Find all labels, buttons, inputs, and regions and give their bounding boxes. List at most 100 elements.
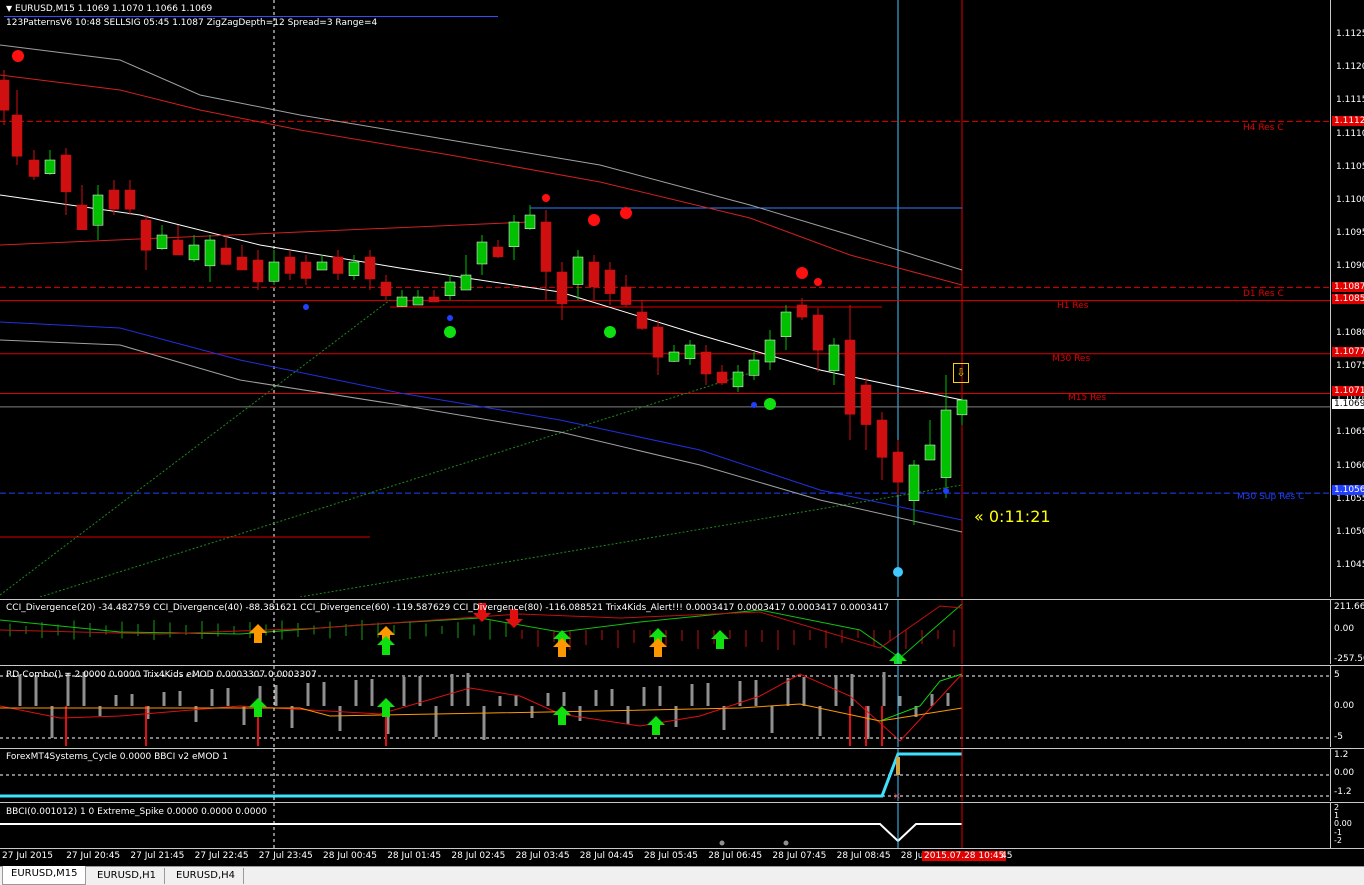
candle-body <box>364 256 376 280</box>
time-tick-label: 28 Jul 05:45 <box>644 851 698 861</box>
candle-body <box>524 214 536 229</box>
candle-body <box>780 311 792 337</box>
signal-dot <box>444 326 456 338</box>
rd-line <box>879 673 963 722</box>
candle-body <box>0 79 10 111</box>
candle-body <box>892 451 904 483</box>
time-cursor-label: 2015.07.28 10:45 <box>922 851 1007 861</box>
cci-tick-top: 211.664 <box>1334 602 1364 612</box>
signal-dot <box>751 402 757 408</box>
candle-body <box>812 314 824 351</box>
price-tag-m30: 1.1077 <box>1332 347 1364 357</box>
candle-body <box>156 234 168 249</box>
cycle-header: ForexMT4Systems_Cycle 0.0000 BBCI v2 eMO… <box>6 752 228 762</box>
candle-body <box>572 256 584 285</box>
signal-dot <box>303 304 309 310</box>
price-tag-d1: 1.1087 <box>1332 282 1364 292</box>
cycle-cross-icon: × <box>893 791 901 801</box>
price-axis[interactable]: 1.1125 1.1120 1.1115 1.1110 1.1105 1.1100 1.10… <box>1330 0 1364 597</box>
cycle-tick-bottom: -1.2 <box>1334 787 1352 797</box>
price-tick-label: 1.1120 <box>1336 62 1364 73</box>
time-axis[interactable]: 27 Jul 2015 27 Jul 20:45 27 Jul 21:45 27 Ju… <box>0 848 1364 867</box>
candle-body <box>764 339 776 363</box>
price-tick-label: 1.1090 <box>1336 261 1364 272</box>
cycle-tick-zero: 0.00 <box>1334 768 1355 778</box>
chart-window[interactable]: ▼ EURUSD,M15 1.1069 1.1070 1.1066 1.1069… <box>0 0 1364 885</box>
rd-combo-header: RD-Combo() = 2.0000 0.0000 Trix4Kids eMO… <box>6 670 317 680</box>
candle-body <box>60 154 72 193</box>
buy-arrow-icon <box>377 636 395 655</box>
candle-body <box>924 444 936 461</box>
price-chart[interactable] <box>0 0 1330 597</box>
spike-dot <box>783 840 789 846</box>
price-tick-label: 1.1080 <box>1336 327 1364 338</box>
candle-body <box>700 351 712 375</box>
candle-body <box>172 239 184 256</box>
candle-body <box>716 371 728 384</box>
signal-dot <box>12 50 24 62</box>
candle-body <box>268 261 280 282</box>
bbci-axis: 2 1 0.00 -1 -2 <box>1330 802 1364 849</box>
price-tag-current: 1.1069 <box>1332 399 1364 409</box>
signal-dot <box>620 207 632 219</box>
cci-header: CCI_Divergence(20) -34.482759 CCI_Diverg… <box>6 603 889 613</box>
candle-body <box>284 256 296 274</box>
time-tick-label: 27 Jul 2015 <box>2 851 53 861</box>
main-price-pane[interactable]: ▼ EURUSD,M15 1.1069 1.1070 1.1066 1.1069… <box>0 0 1330 597</box>
price-tick-label: 1.1110 <box>1336 128 1364 139</box>
price-tag-h1: 1.1085 <box>1332 294 1364 304</box>
sell-signal-marker: ⇩ <box>953 363 969 383</box>
time-tick-label: 28 Jul 01:45 <box>387 851 442 861</box>
signal-dot <box>814 278 822 286</box>
tab-eurusd-h1[interactable]: EURUSD,H1 <box>89 868 166 884</box>
candle-body <box>940 409 952 478</box>
tab-eurusd-m15[interactable]: EURUSD,M15 <box>2 866 87 885</box>
title-underline <box>4 16 498 17</box>
tab-eurusd-h4[interactable]: EURUSD,H4 <box>168 868 245 884</box>
time-suffix: 45 <box>1001 851 1013 861</box>
bbci-pane[interactable]: BBCI(0.001012) 1 0 Extreme_Spike 0.0000 … <box>0 802 1330 849</box>
symbol-info: EURUSD,M15 1.1069 1.1070 1.1066 1.1069 <box>15 4 213 14</box>
level-label-m15: M15 Res <box>1068 393 1107 403</box>
candle-body <box>652 326 664 358</box>
candle-body <box>428 296 440 303</box>
candle-body <box>860 384 872 425</box>
candle-body <box>124 189 136 210</box>
candle-body <box>684 344 696 359</box>
candle-body <box>140 219 152 251</box>
signal-dot <box>604 326 616 338</box>
candle-body <box>620 286 632 305</box>
bbci-tick-m2: -2 <box>1334 836 1342 845</box>
candle-body <box>540 221 552 272</box>
rd-combo-pane[interactable]: RD-Combo() = 2.0000 0.0000 Trix4Kids eMO… <box>0 665 1330 747</box>
trend-line <box>0 299 391 596</box>
price-tick-label: 1.1105 <box>1336 161 1364 172</box>
candle-body <box>460 274 472 291</box>
time-tick-label: 28 Jul 06:45 <box>708 851 763 861</box>
buy-arrow-icon <box>649 638 667 657</box>
price-tick-label: 1.1115 <box>1336 95 1364 106</box>
candle-body <box>332 256 344 274</box>
candle-body <box>236 256 248 271</box>
price-tick-label: 1.1100 <box>1336 195 1364 205</box>
cci-divergence-pane[interactable]: CCI_Divergence(20) -34.482759 CCI_Diverg… <box>0 599 1330 664</box>
candle-countdown: « 0:11:21 <box>974 507 1051 526</box>
candle-body <box>108 189 120 210</box>
candle-body <box>476 241 488 265</box>
price-tag-h4: 1.1112 <box>1332 116 1364 126</box>
time-tick-label: 27 Jul 22:45 <box>194 851 249 861</box>
cci-tick-bottom: -257.50 <box>1334 654 1364 664</box>
level-label-m30-support: M30 Sup Res C <box>1237 492 1305 502</box>
rd-tick-zero: 0.00 <box>1334 701 1355 711</box>
chart-menu-icon[interactable]: ▼ <box>6 4 12 13</box>
time-tick-label: 28 Jul 08:45 <box>836 851 891 861</box>
price-tick-label: 1.1045 <box>1336 560 1364 571</box>
signal-dot <box>588 214 600 226</box>
rd-tick-top: 5 <box>1334 670 1340 680</box>
indicator-info: 123PatternsV6 10:48 SELLSIG 05:45 1.1087… <box>6 18 378 28</box>
time-tick-label: 27 Jul 21:45 <box>130 851 185 861</box>
rd-combo-axis: 5 0.00 -5 <box>1330 665 1364 747</box>
cycle-pane[interactable]: × ForexMT4Systems_Cycle 0.0000 BBCI v2 e… <box>0 748 1330 801</box>
time-tick-label: 28 Jul 07:45 <box>772 851 827 861</box>
candle-body <box>668 351 680 362</box>
